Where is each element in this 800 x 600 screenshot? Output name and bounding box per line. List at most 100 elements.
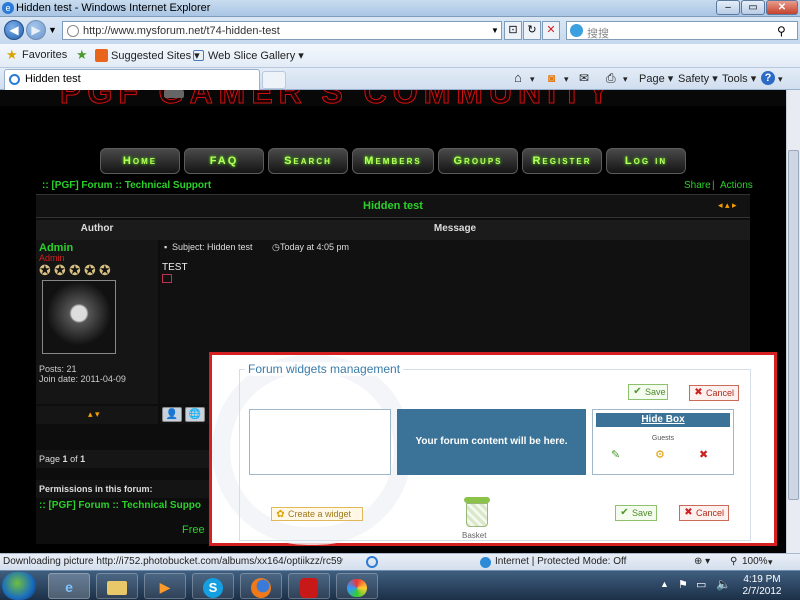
taskbar-ie-icon[interactable]: e (48, 573, 90, 599)
rank-star-icon: ✪ (99, 262, 111, 278)
cancel-button-top[interactable]: ✖ Cancel (689, 385, 739, 401)
left-widget-column[interactable] (249, 409, 391, 475)
edit-widget-icon[interactable]: ✎ (611, 448, 620, 461)
mail-icon[interactable]: ✉ (579, 71, 589, 85)
print-dropdown-icon[interactable]: ▾ (623, 74, 628, 85)
post-time: Today at 4:05 pm (280, 242, 350, 252)
show-hidden-icons[interactable]: ▲ (660, 579, 669, 589)
minimize-button[interactable]: – (716, 0, 740, 15)
action-center-flag-icon[interactable]: ⚑ (678, 578, 688, 591)
add-favorite-icon[interactable]: ★ (76, 47, 88, 63)
profile-icon[interactable]: 👤 (162, 407, 182, 422)
network-icon[interactable]: ▭ (696, 578, 706, 591)
history-dropdown-icon[interactable]: ▼ (48, 25, 57, 35)
create-widget-button[interactable]: ✿ Create a widget (271, 507, 363, 521)
web-slice-icon (193, 50, 204, 61)
new-tab-button[interactable] (262, 71, 286, 89)
taskbar-skype-icon[interactable]: S (192, 573, 234, 599)
back-button[interactable]: ◀ (4, 20, 24, 40)
guests-label: Guests (651, 435, 675, 442)
create-widget-label: Create a widget (288, 509, 352, 519)
avatar[interactable] (42, 280, 116, 354)
safety-menu[interactable]: Safety ▾ (678, 72, 718, 85)
vertical-scrollbar[interactable] (786, 90, 800, 553)
breadcrumb-bottom[interactable]: :: [PGF] Forum :: Technical Suppo (39, 500, 201, 511)
feeds-icon[interactable]: ◙ (548, 71, 555, 85)
nav-faq[interactable]: FAQ (184, 148, 264, 174)
nav-login[interactable]: Log in (606, 148, 686, 174)
broken-image-icon (162, 274, 172, 283)
search-icon[interactable]: ⚲ (777, 24, 786, 38)
cancel-button-bottom[interactable]: ✖ Cancel (679, 505, 729, 521)
save-button-top[interactable]: ✔ Save (628, 384, 668, 400)
zoom-dropdown-icon[interactable]: ▾ (768, 557, 773, 568)
post-footer-left: ▴ ▾ (36, 406, 158, 424)
share-link[interactable]: Share (684, 180, 711, 191)
nav-home[interactable]: Home (100, 148, 180, 174)
internet-zone-icon (480, 557, 491, 568)
cancel-label: Cancel (706, 388, 735, 398)
home-icon[interactable]: ⌂ (514, 70, 522, 85)
suggested-sites-link[interactable]: Suggested Sites ▾ (111, 49, 200, 62)
pagination: Page 1 of 1 (39, 454, 85, 464)
rank-star-icon: ✪ (84, 262, 96, 278)
nav-groups[interactable]: Groups (438, 148, 518, 174)
maximize-button[interactable]: ▭ (741, 0, 765, 15)
close-button[interactable]: ✕ (766, 0, 798, 15)
banner-toggle-icon[interactable] (164, 90, 184, 98)
taskbar-firefox-icon[interactable] (240, 573, 282, 599)
address-bar[interactable]: http://www.mysforum.net/t74-hidden-test … (62, 21, 502, 40)
page-current: 1 (62, 454, 68, 464)
settings-gear-icon[interactable]: ⚙ (655, 448, 665, 461)
web-slice-gallery-link[interactable]: Web Slice Gallery ▾ (208, 49, 304, 62)
nav-register[interactable]: Register (522, 148, 602, 174)
basket-icon[interactable] (462, 495, 492, 529)
tools-menu[interactable]: Tools ▾ (722, 72, 756, 85)
taskbar-app-icon[interactable] (288, 573, 330, 599)
compat-view-icon[interactable]: ⊡ (504, 21, 522, 40)
help-icon[interactable]: ? (761, 71, 775, 85)
home-dropdown-icon[interactable]: ▾ (530, 74, 535, 85)
delete-widget-icon[interactable]: ✖ (699, 448, 708, 461)
forward-button[interactable]: ▶ (26, 20, 46, 40)
volume-icon[interactable]: 🔈 (716, 577, 731, 591)
print-icon[interactable]: ⎙ (606, 71, 616, 86)
loading-icon (366, 556, 378, 568)
tab-row: Hidden test ⌂ ▾ ◙ ▾ ✉ ⎙ ▾ Page ▾ Safety … (0, 68, 800, 90)
right-widget-column[interactable]: Hide Box Guests ✎ ⚙ ✖ (592, 409, 734, 475)
topic-nav-arrows-icon[interactable]: ◂ ▴ ▸ (718, 200, 737, 211)
start-button[interactable] (2, 572, 36, 600)
address-dropdown-icon[interactable]: ▼ (491, 26, 499, 35)
taskbar-explorer-icon[interactable] (96, 573, 138, 599)
security-zone[interactable]: Internet | Protected Mode: Off (495, 556, 626, 567)
x-icon: ✖ (694, 387, 703, 398)
page-label: Page (39, 454, 61, 464)
website-icon[interactable]: 🌐 (185, 407, 205, 422)
taskbar-media-player-icon[interactable]: ▶ (144, 573, 186, 599)
scrollbar-thumb[interactable] (788, 150, 799, 500)
save-button-bottom[interactable]: ✔ Save (615, 505, 657, 521)
help-dropdown-icon[interactable]: ▾ (778, 74, 783, 85)
up-down-arrows-icon[interactable]: ▴ ▾ (88, 409, 100, 420)
stop-icon[interactable]: ✕ (542, 21, 560, 40)
feeds-dropdown-icon[interactable]: ▾ (564, 74, 569, 85)
page-total: 1 (80, 454, 86, 464)
nav-search[interactable]: Search (268, 148, 348, 174)
breadcrumb[interactable]: :: [PGF] Forum :: Technical Support (42, 180, 211, 191)
search-box[interactable]: 搜搜 ⚲ (566, 21, 798, 40)
post-subject[interactable]: Subject: Hidden test (172, 242, 253, 252)
post-author-panel: Admin Admin ✪ ✪ ✪ ✪ ✪ Posts: 21 Join dat… (36, 240, 158, 404)
hide-box-link[interactable]: Hide Box (596, 413, 730, 427)
actions-link[interactable]: Actions (720, 180, 753, 191)
page-menu[interactable]: Page ▾ (639, 72, 673, 85)
favorites-bar: ★ Favorites ★ Suggested Sites ▾ Web Slic… (0, 44, 800, 68)
tab-hidden-test[interactable]: Hidden test (4, 69, 260, 90)
zoom-level[interactable]: 100% (742, 556, 768, 567)
taskbar-paint-icon[interactable] (336, 573, 378, 599)
refresh-icon[interactable]: ↻ (523, 21, 541, 40)
protected-mode-icon[interactable]: ⊕ ▾ (694, 556, 710, 567)
nav-members[interactable]: Members (352, 148, 434, 174)
favorites-button[interactable]: Favorites (22, 49, 67, 61)
system-clock[interactable]: 4:19 PM 2/7/2012 (734, 574, 790, 598)
post-body: TEST (162, 262, 188, 273)
